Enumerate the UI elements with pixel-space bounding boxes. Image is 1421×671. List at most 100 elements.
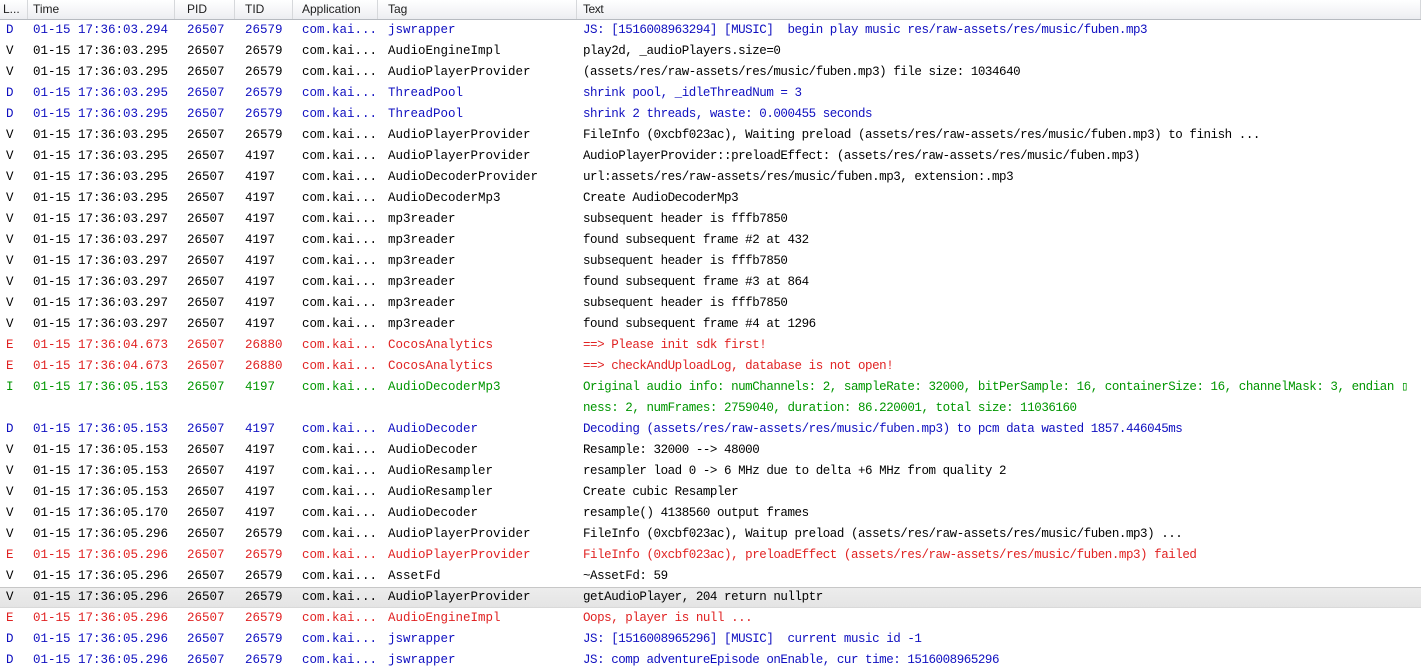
cell-text: FileInfo (0xcbf023ac), Waitup preload (a… — [583, 527, 1183, 541]
column-header-tag[interactable]: Tag — [378, 0, 577, 19]
cell-pid: 26507 — [187, 191, 225, 205]
log-row[interactable]: V 01-15 17:36:03.295 26507 4197 com.kai.… — [0, 188, 1421, 209]
cell-time: 01-15 17:36:03.295 — [33, 86, 169, 100]
log-row[interactable]: V 01-15 17:36:03.297 26507 4197 com.kai.… — [0, 251, 1421, 272]
cell-pid: 26507 — [187, 380, 225, 394]
log-row[interactable]: D 01-15 17:36:03.294 26507 26579 com.kai… — [0, 20, 1421, 41]
log-row[interactable]: I 01-15 17:36:05.153 26507 4197 com.kai.… — [0, 377, 1421, 419]
log-row[interactable]: V 01-15 17:36:05.153 26507 4197 com.kai.… — [0, 482, 1421, 503]
cell-tid: 4197 — [245, 254, 276, 268]
cell-pid: 26507 — [187, 65, 225, 79]
column-header-time[interactable]: Time — [28, 0, 175, 19]
column-header-pid[interactable]: PID — [175, 0, 235, 19]
cell-pid: 26507 — [187, 485, 225, 499]
cell-text: JS: comp adventureEpisode onEnable, cur … — [583, 653, 1000, 667]
cell-text: subsequent header is fffb7850 — [583, 254, 788, 268]
cell-tid: 26579 — [245, 548, 283, 562]
cell-pid: 26507 — [187, 128, 225, 142]
cell-tid: 26579 — [245, 611, 283, 625]
cell-text: found subsequent frame #4 at 1296 — [583, 317, 816, 331]
cell-time: 01-15 17:36:05.296 — [33, 569, 169, 583]
column-header-tid[interactable]: TID — [235, 0, 293, 19]
cell-tid: 26579 — [245, 107, 283, 121]
cell-time: 01-15 17:36:04.673 — [33, 338, 169, 352]
cell-pid: 26507 — [187, 107, 225, 121]
cell-time: 01-15 17:36:03.295 — [33, 170, 169, 184]
log-row[interactable]: D 01-15 17:36:03.295 26507 26579 com.kai… — [0, 104, 1421, 125]
cell-level: V — [6, 590, 14, 604]
cell-application: com.kai... — [302, 128, 378, 142]
cell-level: V — [6, 443, 14, 457]
log-row[interactable]: V 01-15 17:36:03.295 26507 26579 com.kai… — [0, 41, 1421, 62]
cell-tid: 4197 — [245, 317, 276, 331]
cell-tid: 4197 — [245, 275, 276, 289]
log-row[interactable]: V 01-15 17:36:03.295 26507 4197 com.kai.… — [0, 167, 1421, 188]
cell-time: 01-15 17:36:03.297 — [33, 254, 169, 268]
cell-tid: 26880 — [245, 338, 283, 352]
cell-pid: 26507 — [187, 44, 225, 58]
cell-time: 01-15 17:36:03.295 — [33, 44, 169, 58]
column-header-text[interactable]: Text — [577, 0, 1421, 19]
cell-level: E — [6, 548, 14, 562]
cell-level: V — [6, 149, 14, 163]
log-row[interactable]: E 01-15 17:36:04.673 26507 26880 com.kai… — [0, 356, 1421, 377]
cell-pid: 26507 — [187, 170, 225, 184]
cell-tag: AudioEngineImpl — [388, 44, 501, 58]
cell-pid: 26507 — [187, 569, 225, 583]
cell-pid: 26507 — [187, 233, 225, 247]
cell-application: com.kai... — [302, 23, 378, 37]
cell-level: V — [6, 170, 14, 184]
log-row[interactable]: E 01-15 17:36:05.296 26507 26579 com.kai… — [0, 545, 1421, 566]
cell-text: Create cubic Resampler — [583, 485, 739, 499]
cell-text: resample() 4138560 output frames — [583, 506, 809, 520]
column-header-application[interactable]: Application — [293, 0, 378, 19]
cell-time: 01-15 17:36:04.673 — [33, 359, 169, 373]
cell-pid: 26507 — [187, 338, 225, 352]
log-row[interactable]: V 01-15 17:36:05.296 26507 26579 com.kai… — [0, 587, 1421, 608]
cell-time: 01-15 17:36:05.153 — [33, 380, 169, 394]
log-row[interactable]: D 01-15 17:36:05.153 26507 4197 com.kai.… — [0, 419, 1421, 440]
cell-tid: 26579 — [245, 44, 283, 58]
log-row[interactable]: V 01-15 17:36:03.297 26507 4197 com.kai.… — [0, 293, 1421, 314]
log-row[interactable]: V 01-15 17:36:03.295 26507 26579 com.kai… — [0, 125, 1421, 146]
column-header-level[interactable]: L... — [0, 0, 28, 19]
log-row[interactable]: V 01-15 17:36:03.297 26507 4197 com.kai.… — [0, 230, 1421, 251]
cell-time: 01-15 17:36:05.296 — [33, 632, 169, 646]
log-row[interactable]: V 01-15 17:36:05.170 26507 4197 com.kai.… — [0, 503, 1421, 524]
cell-pid: 26507 — [187, 254, 225, 268]
cell-application: com.kai... — [302, 44, 378, 58]
cell-tid: 26579 — [245, 590, 283, 604]
log-row[interactable]: D 01-15 17:36:03.295 26507 26579 com.kai… — [0, 83, 1421, 104]
log-row[interactable]: V 01-15 17:36:03.297 26507 4197 com.kai.… — [0, 314, 1421, 335]
cell-text: FileInfo (0xcbf023ac), Waiting preload (… — [583, 128, 1260, 142]
log-row[interactable]: V 01-15 17:36:03.295 26507 4197 com.kai.… — [0, 146, 1421, 167]
log-row[interactable]: V 01-15 17:36:03.297 26507 4197 com.kai.… — [0, 272, 1421, 293]
log-row[interactable]: V 01-15 17:36:03.297 26507 4197 com.kai.… — [0, 209, 1421, 230]
cell-text: (assets/res/raw-assets/res/music/fuben.m… — [583, 65, 1021, 79]
cell-tid: 4197 — [245, 170, 276, 184]
log-row[interactable]: D 01-15 17:36:05.296 26507 26579 com.kai… — [0, 650, 1421, 671]
cell-application: com.kai... — [302, 233, 378, 247]
cell-pid: 26507 — [187, 422, 225, 436]
log-row[interactable]: D 01-15 17:36:05.296 26507 26579 com.kai… — [0, 629, 1421, 650]
cell-level: V — [6, 317, 14, 331]
cell-text: Resample: 32000 --> 48000 — [583, 443, 760, 457]
cell-text: url:assets/res/raw-assets/res/music/fube… — [583, 170, 1014, 184]
log-row[interactable]: V 01-15 17:36:03.295 26507 26579 com.kai… — [0, 62, 1421, 83]
cell-time: 01-15 17:36:05.296 — [33, 611, 169, 625]
cell-time: 01-15 17:36:05.296 — [33, 590, 169, 604]
log-row[interactable]: V 01-15 17:36:05.296 26507 26579 com.kai… — [0, 524, 1421, 545]
log-table-header: L... Time PID TID Application Tag Text — [0, 0, 1421, 20]
cell-tag: mp3reader — [388, 233, 456, 247]
log-row[interactable]: V 01-15 17:36:05.153 26507 4197 com.kai.… — [0, 461, 1421, 482]
log-row[interactable]: E 01-15 17:36:05.296 26507 26579 com.kai… — [0, 608, 1421, 629]
cell-tag: AudioDecoderMp3 — [388, 191, 501, 205]
log-row[interactable]: V 01-15 17:36:05.153 26507 4197 com.kai.… — [0, 440, 1421, 461]
cell-tag: AudioDecoderProvider — [388, 170, 539, 184]
cell-level: V — [6, 212, 14, 226]
log-row[interactable]: V 01-15 17:36:05.296 26507 26579 com.kai… — [0, 566, 1421, 587]
cell-application: com.kai... — [302, 380, 378, 394]
log-row[interactable]: E 01-15 17:36:04.673 26507 26880 com.kai… — [0, 335, 1421, 356]
cell-application: com.kai... — [302, 548, 378, 562]
cell-tid: 26579 — [245, 86, 283, 100]
